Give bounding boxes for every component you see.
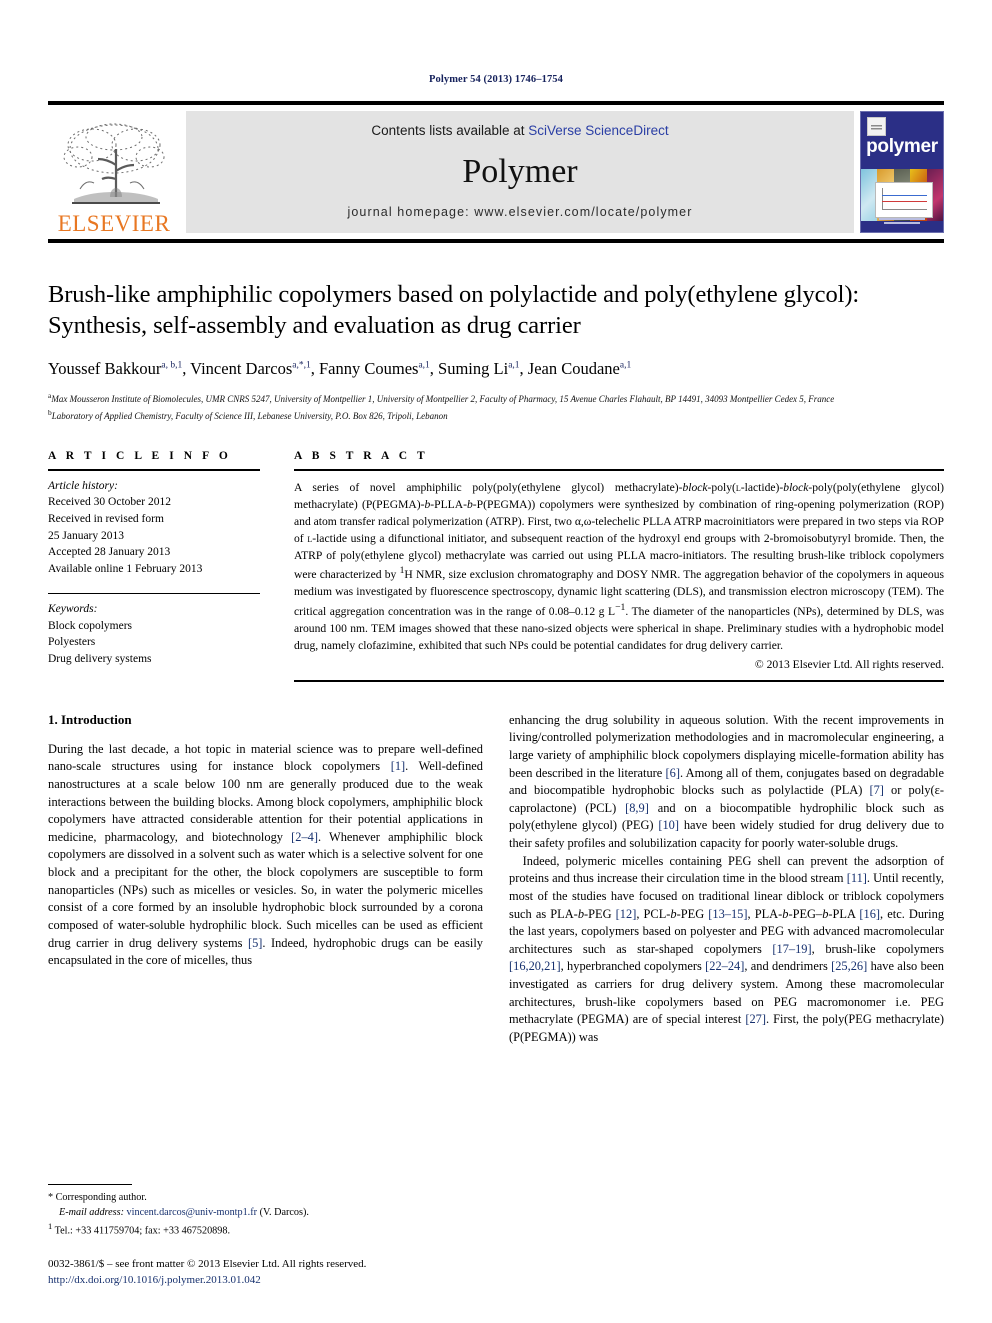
elsevier-wordmark: ELSEVIER xyxy=(57,211,171,236)
abstract-heading: A B S T R A C T xyxy=(294,449,429,462)
author-name: Fanny Coumes xyxy=(318,358,419,378)
body-column-right: enhancing the drug solubility in aqueous… xyxy=(509,712,944,1047)
keyword-item: Polyesters xyxy=(48,636,96,649)
affiliation-mark: b xyxy=(48,407,52,417)
author-name: Vincent Darcos xyxy=(190,358,293,378)
keyword-item: Drug delivery systems xyxy=(48,652,152,665)
body-paragraph: Indeed, polymeric micelles containing PE… xyxy=(509,853,945,1044)
footnote-email-address[interactable]: vincent.darcos@univ-montp1.fr xyxy=(127,1207,257,1218)
footnote-tel-text: Tel.: +33 411759704; fax: +33 467520898. xyxy=(54,1225,230,1237)
journal-masthead: ELSEVIER Contents lists available at Sci… xyxy=(48,101,944,243)
running-head: Polymer 54 (2013) 1746–1754 xyxy=(428,74,564,85)
author-affiliation-mark: a,1 xyxy=(619,360,632,371)
article-history-line: Accepted 28 January 2013 xyxy=(48,546,171,559)
author-affiliation-mark: a,*,1 xyxy=(292,360,311,371)
contents-available-line: Contents lists available at SciVerse Sci… xyxy=(371,123,668,138)
journal-title: Polymer xyxy=(462,152,578,190)
body-columns: 1. Introduction During the last decade, … xyxy=(48,712,944,1047)
title-block: Brush-like amphiphilic copolymers based … xyxy=(48,279,944,424)
author-affiliation-mark: a,1 xyxy=(418,360,430,371)
footnote-rule xyxy=(48,1183,132,1185)
footnote-email-suffix: (V. Darcos). xyxy=(257,1207,309,1219)
abstract-copyright: © 2013 Elsevier Ltd. All rights reserved… xyxy=(754,657,944,671)
issn-block: 0032-3861/$ – see front matter © 2013 El… xyxy=(48,1257,480,1289)
masthead-center: Contents lists available at SciVerse Sci… xyxy=(186,111,854,233)
author-name: Suming Li xyxy=(438,358,509,378)
article-history-lines: Received 30 October 2012 Received in revi… xyxy=(48,494,260,577)
author-list: Youssef Bakkoura, b,1, Vincent Darcosa,*… xyxy=(48,358,632,378)
abstract-column: A B S T R A C T A series of novel amphip… xyxy=(294,450,944,682)
keywords-block: Keywords: Block copolymers Polyesters Drug… xyxy=(48,594,260,667)
affiliation-list: aMax Mousseron Institute of Biomolecules… xyxy=(48,390,944,424)
footnote-telephone: 1 Tel.: +33 411759704; fax: +33 46752089… xyxy=(48,1220,480,1239)
keyword-lines: Block copolymers Polyesters Drug delivery … xyxy=(48,618,260,668)
journal-homepage-link[interactable]: journal homepage: www.elsevier.com/locat… xyxy=(347,205,692,219)
affiliation-line: bLaboratory of Applied Chemistry, Facult… xyxy=(48,407,448,421)
article-info-column: A R T I C L E I N F O Article history: R… xyxy=(48,450,260,682)
abstract-rule-bottom xyxy=(294,679,944,682)
cover-chart-inset xyxy=(875,182,933,218)
footnote-tel-mark: 1 xyxy=(48,1221,53,1232)
article-history-line: Received 30 October 2012 xyxy=(48,496,171,509)
footnote-corresponding-author: * Corresponding author. xyxy=(48,1191,147,1203)
affiliation-line: aMax Mousseron Institute of Biomolecules… xyxy=(48,390,835,404)
keyword-item: Block copolymers xyxy=(48,619,132,632)
cover-publisher-icon xyxy=(867,117,886,136)
article-history-line: Received in revised form xyxy=(48,512,164,525)
footnote-block: * Corresponding author. E-mail address: … xyxy=(48,1183,480,1289)
body-paragraph: During the last decade, a hot topic in m… xyxy=(48,741,483,968)
cover-journal-name: polymer xyxy=(866,136,938,157)
section-heading-introduction: 1. Introduction xyxy=(48,711,132,727)
author-name: Youssef Bakkour xyxy=(48,358,162,378)
article-info-heading: A R T I C L E I N F O xyxy=(48,449,232,462)
footnote-email: E-mail address: vincent.darcos@univ-mont… xyxy=(48,1205,480,1220)
cover-footer-text xyxy=(861,216,943,226)
introduction-left-text: During the last decade, a hot topic in m… xyxy=(48,741,483,970)
keywords-label: Keywords: xyxy=(48,603,98,616)
info-abstract-row: A R T I C L E I N F O Article history: R… xyxy=(48,450,944,682)
article-history-label: Article history: xyxy=(48,479,118,492)
journal-cover-thumbnail[interactable]: polymer xyxy=(860,111,944,233)
page-title: Brush-like amphiphilic copolymers based … xyxy=(48,281,860,340)
sciencedirect-link[interactable]: SciVerse ScienceDirect xyxy=(528,123,668,138)
body-paragraph: enhancing the drug solubility in aqueous… xyxy=(509,712,944,851)
contents-prefix: Contents lists available at xyxy=(371,123,529,138)
abstract-text: A series of novel amphiphilic poly(poly(… xyxy=(294,480,945,652)
introduction-right-text: enhancing the drug solubility in aqueous… xyxy=(509,712,944,1047)
elsevier-tree-icon xyxy=(63,123,165,204)
article-history-line: 25 January 2013 xyxy=(48,529,125,542)
article-page: Polymer 54 (2013) 1746–1754 ELSEVIER Con… xyxy=(0,0,992,1323)
article-history-line: Available online 1 February 2013 xyxy=(48,562,203,575)
author-name: Jean Coudane xyxy=(527,358,620,378)
issn-line: 0032-3861/$ – see front matter © 2013 El… xyxy=(48,1258,367,1271)
author-affiliation-mark: a,1 xyxy=(508,360,520,371)
body-column-left: 1. Introduction During the last decade, … xyxy=(48,712,483,1047)
author-affiliation-mark: a, b,1 xyxy=(161,360,183,371)
footnote-email-label: E-mail address: xyxy=(59,1207,124,1219)
article-history-block: Article history: Received 30 October 201… xyxy=(48,471,260,577)
elsevier-logo: ELSEVIER xyxy=(48,107,180,237)
doi-link[interactable]: http://dx.doi.org/10.1016/j.polymer.2013… xyxy=(48,1273,480,1289)
affiliation-mark: a xyxy=(48,390,52,400)
